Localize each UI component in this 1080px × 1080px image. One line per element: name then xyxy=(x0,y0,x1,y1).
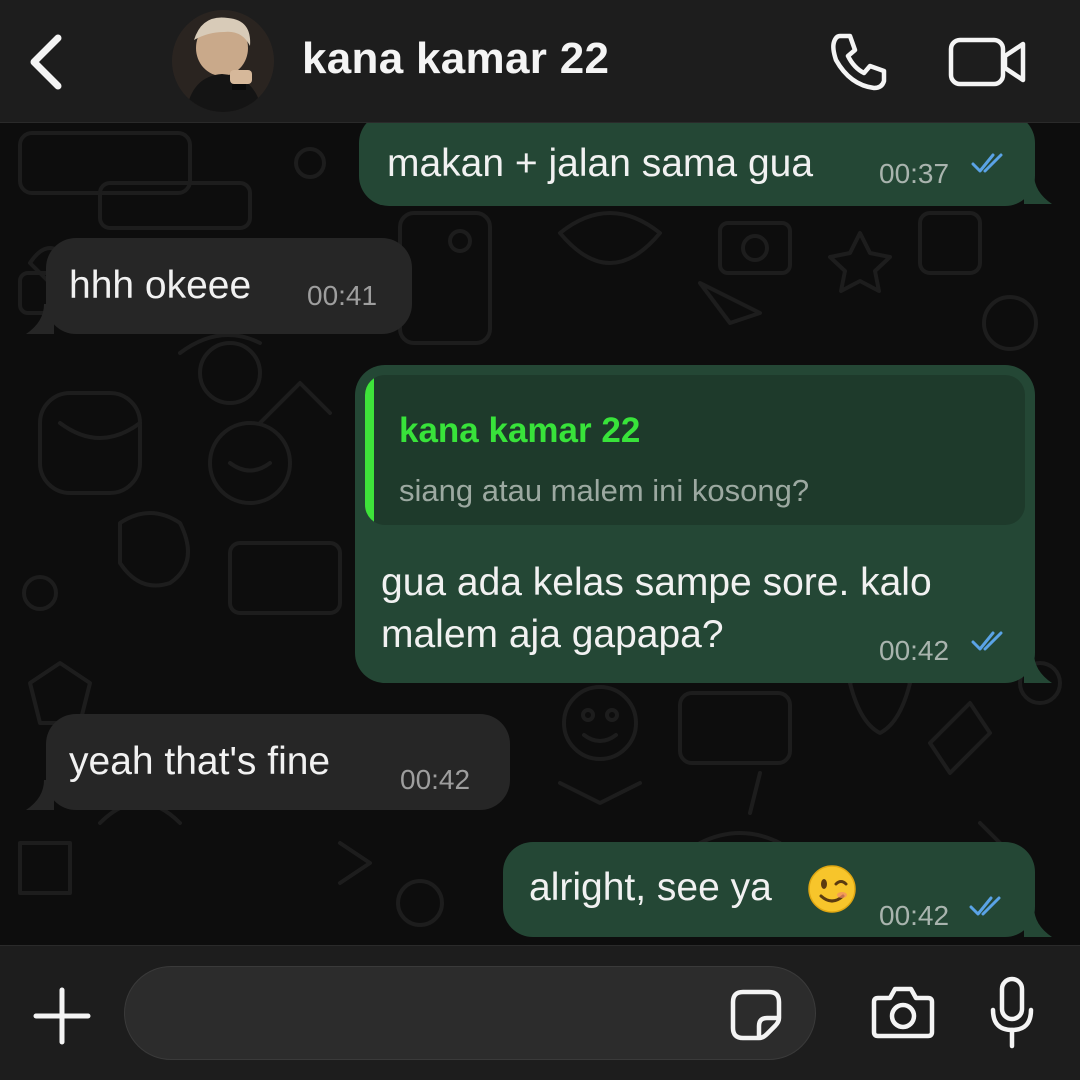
chevron-left-icon xyxy=(30,34,62,90)
message-time: 00:42 xyxy=(879,900,950,931)
contact-photo xyxy=(172,10,274,112)
phone-icon xyxy=(831,33,887,91)
sticker-button[interactable] xyxy=(729,988,783,1042)
plus-icon xyxy=(33,987,91,1045)
quote-author: kana kamar 22 xyxy=(399,411,641,450)
contact-name[interactable]: kana kamar 22 xyxy=(302,34,609,84)
bubble-tail xyxy=(26,780,54,810)
message-text: yeah that's fine xyxy=(69,740,331,783)
chat-screen: kana kamar 22 makan + jalan sama gua 00:… xyxy=(0,0,1080,1080)
sticker-icon xyxy=(730,989,782,1041)
camera-button[interactable] xyxy=(870,982,936,1042)
composer-bar xyxy=(0,945,1080,1080)
avatar[interactable] xyxy=(172,10,274,112)
bubble-tail xyxy=(1024,907,1052,937)
bubble-tail xyxy=(26,304,54,334)
bubble-tail xyxy=(1024,653,1052,683)
double-check-icon xyxy=(971,631,1003,651)
back-button[interactable] xyxy=(22,30,70,94)
message-bubble-outgoing-reply[interactable]: kana kamar 22 siang atau malem ini koson… xyxy=(355,365,1035,683)
quoted-message[interactable]: kana kamar 22 siang atau malem ini koson… xyxy=(365,375,1025,525)
message-bubble-incoming[interactable]: hhh okeee 00:41 xyxy=(46,238,412,334)
message-list[interactable]: makan + jalan sama gua 00:37 hhh okeee 0… xyxy=(0,123,1080,945)
voice-note-button[interactable] xyxy=(988,976,1036,1050)
message-time: 00:41 xyxy=(307,280,378,311)
message-text-line-2: malem aja gapapa? xyxy=(381,613,724,656)
message-bubble-outgoing[interactable]: makan + jalan sama gua 00:37 xyxy=(359,123,1035,206)
message-text: makan + jalan sama gua xyxy=(387,142,814,185)
message-time: 00:37 xyxy=(879,158,950,189)
camera-icon xyxy=(871,986,935,1039)
message-time: 00:42 xyxy=(400,764,471,795)
winking-face-icon xyxy=(808,865,856,913)
message-text-line-1: gua ada kelas sampe sore. kalo xyxy=(381,561,932,604)
message-time: 00:42 xyxy=(879,635,950,666)
double-check-icon xyxy=(969,896,1001,916)
video-call-button[interactable] xyxy=(948,36,1028,88)
quote-accent-bar xyxy=(365,375,374,525)
microphone-icon xyxy=(990,976,1034,1049)
message-bubble-outgoing[interactable]: alright, see ya 00:42 xyxy=(503,842,1035,937)
chat-header: kana kamar 22 xyxy=(0,0,1080,123)
attach-button[interactable] xyxy=(30,984,94,1048)
quote-text: siang atau malem ini kosong? xyxy=(399,473,810,508)
message-text: hhh okeee xyxy=(69,264,252,307)
message-text: alright, see ya xyxy=(529,866,772,909)
bubble-tail xyxy=(1024,174,1052,204)
voice-call-button[interactable] xyxy=(826,30,890,94)
message-input[interactable] xyxy=(124,966,816,1060)
message-bubble-incoming[interactable]: yeah that's fine 00:42 xyxy=(46,714,510,810)
video-camera-icon xyxy=(948,37,1026,87)
double-check-icon xyxy=(971,153,1003,173)
